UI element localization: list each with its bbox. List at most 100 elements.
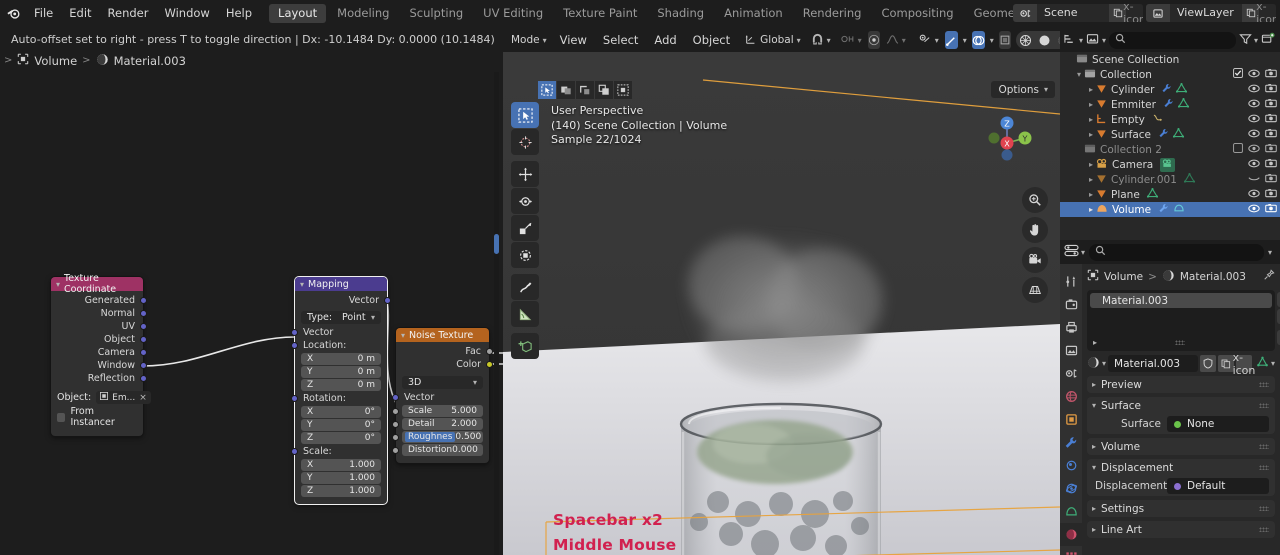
node-input-vector[interactable]: Vector <box>291 326 387 339</box>
checkbox-toggle[interactable] <box>1233 143 1243 156</box>
wireframe-icon[interactable] <box>1016 31 1035 49</box>
node-from-instancer-row[interactable]: From Instancer <box>57 406 137 428</box>
location-x-field[interactable]: X 0 m <box>301 353 381 365</box>
breadcrumb-material-name[interactable]: Material.003 <box>114 54 186 68</box>
texture-tab-icon[interactable] <box>1060 546 1082 555</box>
tab-compositing[interactable]: Compositing <box>872 4 962 23</box>
fake-user-icon[interactable] <box>1199 355 1216 372</box>
socket-dot[interactable] <box>291 395 298 402</box>
camera-icon[interactable] <box>1265 173 1277 186</box>
from-instancer-checkbox[interactable] <box>57 412 66 422</box>
physics-tab-icon[interactable] <box>1060 477 1082 500</box>
material-browse-button[interactable]: ▾ <box>1087 356 1106 372</box>
resize-grip[interactable] <box>1259 465 1269 470</box>
disclosure-triangle[interactable]: ▸ <box>1086 85 1096 94</box>
scale-tool-icon[interactable] <box>511 215 539 241</box>
breadcrumb-object-name[interactable]: Volume <box>34 54 77 68</box>
panel-header[interactable]: ▸ Line Art <box>1087 521 1275 538</box>
resize-grip[interactable] <box>1175 340 1185 345</box>
resize-grip[interactable] <box>1259 506 1269 511</box>
viewlayer-selector[interactable]: ViewLayer x-icon <box>1146 4 1276 22</box>
tab-modeling[interactable]: Modeling <box>328 4 398 23</box>
panel-volume[interactable]: ▸ Volume <box>1087 438 1275 455</box>
outliner-row-plane[interactable]: ▸ Plane <box>1060 187 1280 202</box>
gizmo-icon[interactable] <box>944 31 958 49</box>
chevron-down-icon[interactable]: ▾ <box>1092 401 1096 410</box>
chevron-right-icon[interactable]: ▸ <box>1092 504 1096 513</box>
viewport-menu-select[interactable]: Select <box>596 28 645 52</box>
constraint-icon[interactable] <box>1152 113 1164 126</box>
socket-dot[interactable] <box>392 447 399 454</box>
rotation-x-field[interactable]: X 0° <box>301 406 381 418</box>
slot-expand-icon[interactable]: ▸ <box>1093 338 1097 347</box>
material-unlink-icon[interactable]: x-icon <box>1233 351 1256 377</box>
menu-edit[interactable]: Edit <box>61 0 99 26</box>
node-output-normal[interactable]: Normal <box>51 307 147 320</box>
scene-tab-icon[interactable] <box>1060 362 1082 385</box>
eye-icon-closed[interactable] <box>1248 174 1260 186</box>
socket-dot[interactable] <box>140 375 147 382</box>
outliner-display-mode[interactable]: ▾ <box>1063 33 1083 48</box>
disclosure-triangle[interactable]: ▸ <box>1086 100 1096 109</box>
outliner-search-input[interactable] <box>1109 31 1236 49</box>
tab-layout[interactable]: Layout <box>269 3 327 23</box>
mesh-data-icon[interactable] <box>1176 83 1188 96</box>
camera-icon[interactable] <box>1265 113 1277 126</box>
noise-scale-field[interactable]: Scale 5.000 <box>402 405 483 417</box>
disclosure-triangle[interactable]: ▸ <box>1086 130 1096 139</box>
mode-dropdown[interactable]: Mode ▾ <box>507 31 551 49</box>
node-output-window[interactable]: Window <box>51 359 147 372</box>
measure-tool-icon[interactable] <box>511 301 539 327</box>
transform-orientation-dropdown[interactable]: Global ▾ <box>741 31 805 49</box>
chevron-down-icon[interactable]: ▾ <box>401 331 405 340</box>
cursor-tool-icon[interactable] <box>511 129 539 155</box>
transform-tool-icon[interactable] <box>511 242 539 268</box>
snap-increment-dropdown[interactable]: ▾ <box>837 31 866 49</box>
noise-dimension-dropdown[interactable]: 3D ▾ <box>402 376 483 389</box>
object-field[interactable]: Em... × <box>96 391 151 404</box>
socket-dot[interactable] <box>291 342 298 349</box>
noise-distortion-field[interactable]: Distortion 0.000 <box>402 444 483 456</box>
panel-displacement[interactable]: ▾ Displacement Displacement Default <box>1087 459 1275 496</box>
node-output-object[interactable]: Object <box>51 333 147 346</box>
properties-breadcrumb-object[interactable]: Volume <box>1104 271 1143 283</box>
modifier-icon[interactable] <box>1158 203 1169 216</box>
particles-tab-icon[interactable] <box>1060 454 1082 477</box>
chevron-down-icon[interactable]: ▾ <box>1268 248 1276 257</box>
falloff-curve-dropdown[interactable]: ▾ <box>882 31 910 49</box>
tab-uv-editing[interactable]: UV Editing <box>474 4 552 23</box>
node-header[interactable]: ▾ Noise Texture <box>396 328 489 342</box>
chevron-right-icon[interactable]: ▸ <box>1092 442 1096 451</box>
outliner-row-empty[interactable]: ▸ Empty <box>1060 112 1280 127</box>
rotate-tool-icon[interactable] <box>511 188 539 214</box>
eye-icon[interactable] <box>1248 129 1260 141</box>
camera-icon[interactable] <box>1265 158 1277 171</box>
node-output-uv[interactable]: UV <box>51 320 147 333</box>
node-input-vector[interactable]: Vector <box>392 391 489 404</box>
panel-settings[interactable]: ▸ Settings <box>1087 500 1275 517</box>
panel-header[interactable]: ▸ Preview <box>1087 376 1275 393</box>
noise-detail-field[interactable]: Detail 2.000 <box>402 418 483 430</box>
properties-search-input[interactable] <box>1089 243 1264 261</box>
node-texture-coordinate[interactable]: ▾ Texture Coordinate Generated Normal UV… <box>51 273 151 436</box>
box-select-icon[interactable] <box>557 81 575 99</box>
outliner-row-emmiter[interactable]: ▸ Emmiter <box>1060 97 1280 112</box>
eye-icon[interactable] <box>1248 144 1260 156</box>
panel-line-art[interactable]: ▸ Line Art <box>1087 521 1275 538</box>
nodetree-button[interactable]: ▾ <box>1256 356 1275 371</box>
eye-icon[interactable] <box>1248 84 1260 96</box>
panel-header[interactable]: ▸ Volume <box>1087 438 1275 455</box>
modifier-icon[interactable] <box>1158 128 1169 141</box>
move-tool-icon[interactable] <box>511 161 539 187</box>
mesh-data-icon[interactable] <box>1183 173 1196 186</box>
outliner-row-surface[interactable]: ▸ Surface <box>1060 127 1280 142</box>
camera-icon[interactable] <box>1265 128 1277 141</box>
tweak-select-icon[interactable] <box>538 81 556 99</box>
outliner-row-camera[interactable]: ▸ Camera <box>1060 157 1280 172</box>
node-header[interactable]: ▾ Texture Coordinate <box>51 273 143 295</box>
outliner-id-filter[interactable]: ▾ <box>1086 33 1106 48</box>
add-cube-tool-icon[interactable] <box>511 333 539 359</box>
mesh-data-icon[interactable] <box>1172 128 1185 141</box>
show-hide-dropdown[interactable]: ▾ <box>914 31 943 49</box>
camera-data-icon[interactable] <box>1160 157 1176 172</box>
